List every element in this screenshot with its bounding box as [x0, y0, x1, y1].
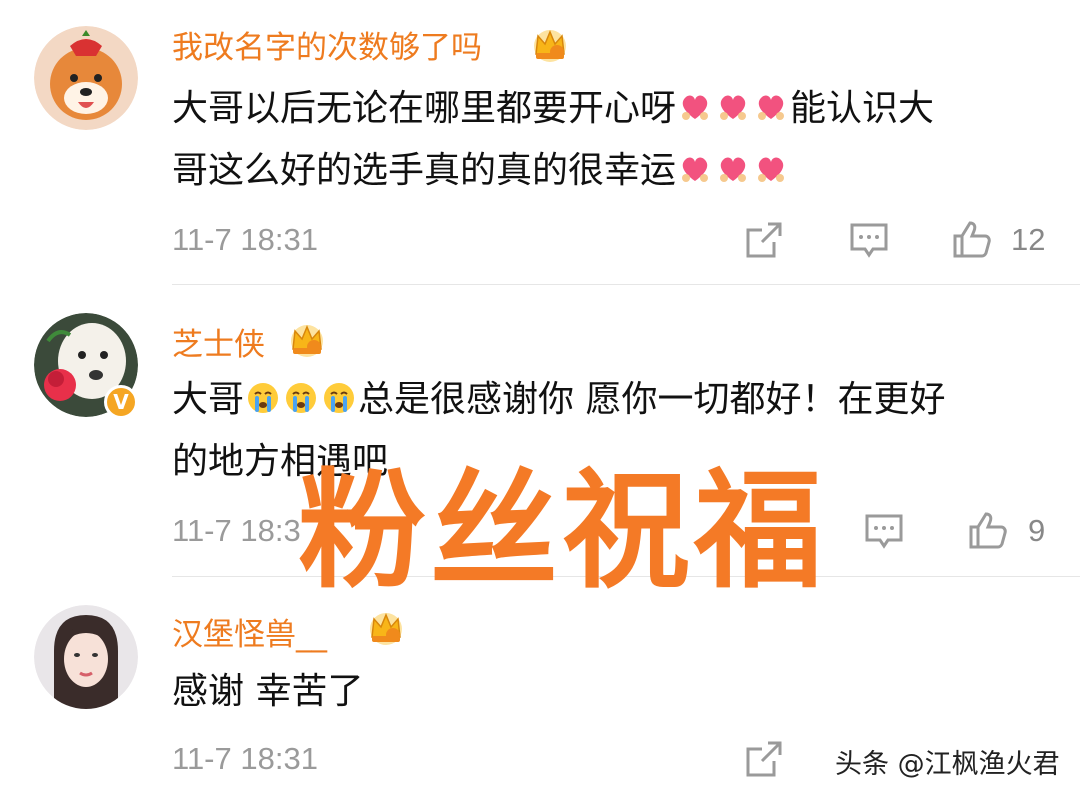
crying-emoji [246, 381, 280, 415]
crying-emoji [284, 381, 318, 415]
username[interactable]: 汉堡怪兽__ [172, 609, 327, 654]
share-icon[interactable] [744, 220, 784, 260]
comment-item-1: 我改名字的次数够了吗 大哥以后无论在哪里都要开心呀 能认识大 哥这么好的选手真的真… [0, 0, 1080, 285]
comment-text-line1: 大哥以后无论在哪里都要开心呀 [172, 88, 677, 129]
share-icon[interactable] [744, 739, 784, 779]
comment-text-line1: 总是很感谢你 愿你一切都好！在更好 [358, 379, 946, 420]
comment-text: 感谢 幸苦了 [172, 661, 1052, 723]
crying-emoji [322, 381, 356, 415]
like-count: 12 [1011, 222, 1046, 257]
username[interactable]: 我改名字的次数够了吗 [172, 22, 482, 67]
verified-badge: V [104, 385, 138, 419]
watermark: 头条 @江枫渔火君 [835, 749, 1060, 780]
heart-hug-emoji [716, 152, 750, 186]
like-count: 9 [1028, 513, 1046, 548]
crown-icon[interactable] [366, 607, 406, 647]
comment-text-line2: 哥这么好的选手真的真的很幸运 [172, 150, 677, 191]
like-icon[interactable] [968, 510, 1008, 550]
crown-icon[interactable] [287, 319, 327, 359]
comment-text-line1-head: 大哥 [172, 379, 245, 420]
heart-hug-emoji [678, 152, 712, 186]
comment-text-line1-tail: 能认识大 [790, 88, 935, 129]
username[interactable]: 芝士侠 [172, 319, 265, 364]
comment-time: 11-7 18:31 [172, 741, 318, 776]
crown-icon[interactable] [530, 24, 570, 64]
heart-hug-emoji [716, 90, 750, 124]
comment-icon[interactable] [849, 220, 889, 260]
like-icon[interactable] [952, 219, 992, 259]
overlay-title: 粉丝祝福 [298, 457, 827, 606]
comment-text-line1: 感谢 幸苦了 [172, 671, 364, 712]
avatar-girl[interactable] [34, 605, 138, 709]
comment-icon[interactable] [864, 511, 904, 551]
heart-hug-emoji [754, 90, 788, 124]
comment-time: 11-7 18:31 [172, 222, 318, 257]
avatar-dog[interactable] [34, 26, 138, 130]
comment-time: 11-7 18:3 [172, 513, 301, 548]
heart-hug-emoji [678, 90, 712, 124]
comment-text: 大哥以后无论在哪里都要开心呀 能认识大 哥这么好的选手真的真的很幸运 [172, 78, 1052, 202]
heart-hug-emoji [754, 152, 788, 186]
